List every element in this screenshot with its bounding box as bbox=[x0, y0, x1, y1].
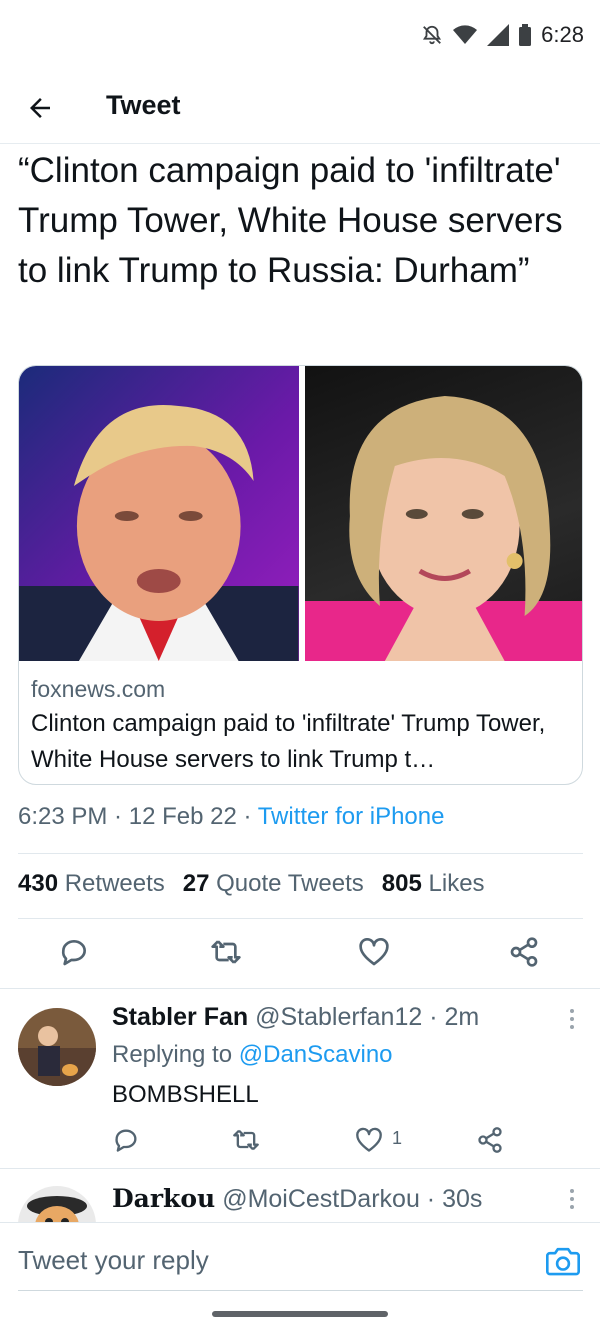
reply-tweet[interactable]: Darkou @MoiCestDarkou · 30s bbox=[0, 1168, 600, 1222]
meta-separator: · bbox=[107, 803, 129, 830]
camera-icon[interactable] bbox=[546, 1245, 580, 1277]
reply-header: Darkou @MoiCestDarkou · 30s bbox=[112, 1184, 482, 1214]
avatar[interactable] bbox=[18, 1186, 96, 1222]
reply-author-name[interactable]: Darkou bbox=[112, 1184, 215, 1213]
more-icon[interactable] bbox=[568, 1008, 576, 1030]
avatar[interactable] bbox=[18, 1008, 96, 1086]
reply-icon[interactable] bbox=[112, 1126, 140, 1154]
card-title: Clinton campaign paid to 'infiltrate' Tr… bbox=[31, 710, 546, 773]
arrow-left-icon bbox=[30, 98, 50, 118]
quote-tweets-label: Quote Tweets bbox=[216, 870, 364, 897]
likes-stat[interactable]: 805 Likes bbox=[382, 870, 485, 898]
share-icon[interactable] bbox=[508, 936, 540, 968]
status-time: 6:28 bbox=[541, 22, 584, 47]
reply-time: 30s bbox=[442, 1185, 483, 1213]
retweets-stat[interactable]: 430 Retweets bbox=[18, 870, 165, 898]
tweet-actions bbox=[0, 930, 600, 985]
like-icon[interactable] bbox=[358, 936, 390, 968]
likes-count: 805 bbox=[381, 870, 422, 897]
replying-to-mention[interactable]: @DanScavino bbox=[239, 1041, 393, 1068]
divider bbox=[18, 853, 583, 854]
quote-tweets-stat[interactable]: 27 Quote Tweets bbox=[183, 870, 364, 898]
reply-composer bbox=[0, 1222, 600, 1292]
reply-time: 2m bbox=[444, 1003, 480, 1031]
nav-bar: Tweet bbox=[0, 72, 600, 144]
card-image bbox=[19, 366, 582, 661]
divider bbox=[18, 918, 583, 919]
back-button[interactable] bbox=[22, 90, 58, 126]
card-image-left bbox=[19, 366, 299, 661]
tweet-text: “Clinton campaign paid to 'infiltrate' T… bbox=[18, 151, 563, 290]
reply-text: BOMBSHELL bbox=[112, 1081, 259, 1108]
reply-separator: · bbox=[419, 1185, 443, 1213]
battery-icon bbox=[519, 24, 532, 46]
reply-author-name[interactable]: Stabler Fan bbox=[112, 1003, 248, 1031]
quote-tweets-count: 27 bbox=[182, 870, 210, 897]
retweet-icon[interactable] bbox=[210, 936, 242, 968]
reply-header: Stabler Fan @Stablerfan12 · 2m bbox=[112, 1003, 479, 1032]
reply-like-count: 1 bbox=[392, 1128, 403, 1148]
tweet-date: 12 Feb 22 bbox=[128, 803, 237, 830]
card-domain: foxnews.com bbox=[31, 676, 166, 702]
status-icons: 6:28 bbox=[421, 22, 584, 48]
retweet-icon[interactable] bbox=[232, 1126, 260, 1154]
tweet-stats: 430 Retweets 27 Quote Tweets 805 Likes bbox=[18, 870, 485, 898]
reply-input[interactable] bbox=[18, 1245, 498, 1276]
likes-label: Likes bbox=[428, 870, 485, 897]
home-indicator[interactable] bbox=[212, 1311, 388, 1317]
meta-separator: · bbox=[236, 803, 258, 830]
page-title: Tweet bbox=[106, 90, 181, 120]
wifi-icon bbox=[453, 25, 478, 44]
tweet-source-link[interactable]: Twitter for iPhone bbox=[258, 803, 445, 830]
reply-input-underline bbox=[18, 1290, 583, 1291]
reply-author-handle[interactable]: @Stablerfan12 bbox=[255, 1003, 422, 1031]
reply-separator: · bbox=[422, 1003, 445, 1031]
retweets-label: Retweets bbox=[64, 870, 165, 897]
reply-actions: 1 bbox=[0, 1126, 600, 1166]
link-card[interactable]: foxnews.com Clinton campaign paid to 'in… bbox=[18, 365, 583, 785]
card-image-right bbox=[304, 366, 582, 661]
reply-author-handle[interactable]: @MoiCestDarkou bbox=[222, 1185, 420, 1213]
tweet-time: 6:23 PM bbox=[18, 803, 108, 830]
signal-icon bbox=[487, 24, 510, 46]
share-icon[interactable] bbox=[476, 1126, 504, 1154]
reply-icon[interactable] bbox=[58, 936, 90, 968]
retweets-count: 430 bbox=[18, 870, 59, 897]
mute-icon bbox=[423, 25, 442, 45]
reply-tweet[interactable]: Stabler Fan @Stablerfan12 · 2m Replying … bbox=[0, 988, 600, 1168]
status-bar: 6:28 bbox=[0, 0, 600, 72]
like-icon[interactable] bbox=[355, 1126, 383, 1154]
replying-to-label: Replying to bbox=[112, 1041, 233, 1068]
more-icon[interactable] bbox=[568, 1188, 576, 1210]
tweet-meta: 6:23 PM · 12 Feb 22 · Twitter for iPhone bbox=[18, 803, 444, 831]
replying-to: Replying to @DanScavino bbox=[112, 1041, 393, 1069]
